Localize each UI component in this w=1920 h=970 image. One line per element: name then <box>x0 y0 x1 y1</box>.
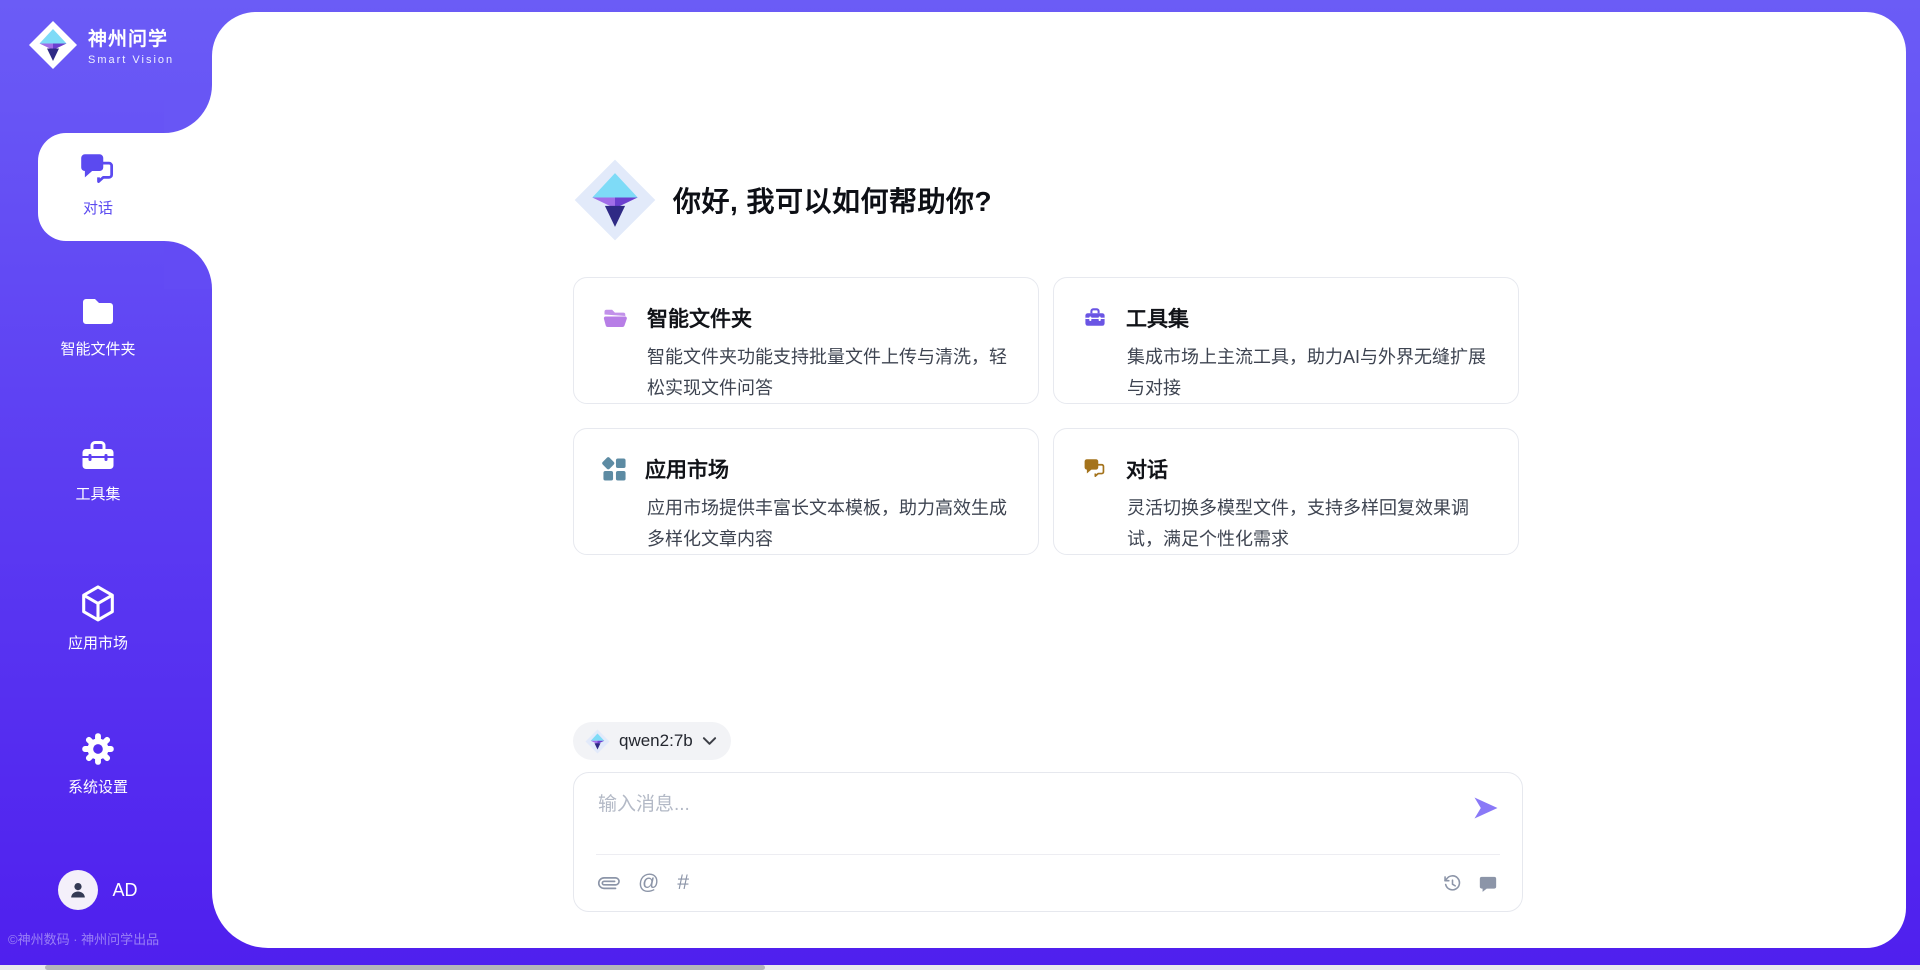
brand-name: 神州问学 <box>88 24 174 51</box>
sidebar: 神州问学 Smart Vision 对话 <box>0 0 212 970</box>
card-title: 对话 <box>1126 454 1168 484</box>
message-input[interactable] <box>598 789 1448 847</box>
apps-grid-icon <box>602 457 627 482</box>
avatar <box>58 870 98 910</box>
card-description: 智能文件夹功能支持批量文件上传与清洗，轻松实现文件问答 <box>647 342 1014 404</box>
card-smart-folder[interactable]: 智能文件夹 智能文件夹功能支持批量文件上传与清洗，轻松实现文件问答 <box>573 277 1039 404</box>
sidebar-item-chat[interactable]: 对话 <box>38 149 158 218</box>
scrollbar-thumb[interactable] <box>45 965 765 970</box>
card-description: 集成市场上主流工具，助力AI与外界无缝扩展与对接 <box>1127 342 1494 404</box>
toolbox-icon <box>1082 306 1108 330</box>
brand-subtitle: Smart Vision <box>88 54 174 66</box>
model-logo-icon <box>585 729 610 754</box>
sidebar-item-smart-folder[interactable]: 智能文件夹 <box>0 292 196 359</box>
mention-icon[interactable]: @ <box>638 872 659 894</box>
cube-icon <box>76 582 120 626</box>
app-window: 神州问学 Smart Vision 对话 <box>0 0 1920 970</box>
gear-icon <box>77 728 119 770</box>
sidebar-item-settings[interactable]: 系统设置 <box>0 728 196 797</box>
user-name: AD <box>112 880 137 901</box>
chevron-down-icon <box>702 736 717 746</box>
card-app-market[interactable]: 应用市场 应用市场提供丰富长文本模板，助力高效生成多样化文章内容 <box>573 428 1039 555</box>
model-selector[interactable]: qwen2:7b <box>573 722 731 760</box>
card-description: 灵活切换多模型文件，支持多样回复效果调试，满足个性化需求 <box>1127 493 1494 555</box>
card-toolset[interactable]: 工具集 集成市场上主流工具，助力AI与外界无缝扩展与对接 <box>1053 277 1519 404</box>
send-icon[interactable] <box>1472 795 1500 821</box>
chat-icon <box>77 149 119 191</box>
sidebar-item-chat-active-tab[interactable]: 对话 <box>38 133 212 241</box>
card-description: 应用市场提供丰富长文本模板，助力高效生成多样化文章内容 <box>647 493 1014 555</box>
content-panel: 你好, 我可以如何帮助你? 智能文件夹 智能文件夹功能支持批量文件上传与清洗，轻… <box>212 12 1906 948</box>
feature-cards: 智能文件夹 智能文件夹功能支持批量文件上传与清洗，轻松实现文件问答 <box>573 277 1523 555</box>
greeting-block: 你好, 我可以如何帮助你? <box>573 158 992 242</box>
chat-bubble-icon[interactable] <box>1478 874 1498 894</box>
attachment-icon[interactable] <box>598 872 620 894</box>
sidebar-item-toolset[interactable]: 工具集 <box>0 437 196 504</box>
toolbox-icon <box>77 437 119 477</box>
tab-fillet-bottom <box>164 241 212 289</box>
card-title: 应用市场 <box>645 454 729 484</box>
chat-icon <box>1082 456 1108 482</box>
hashtag-icon[interactable]: # <box>677 872 689 894</box>
user-chip[interactable]: AD <box>0 870 196 910</box>
horizontal-scrollbar[interactable] <box>0 965 1920 970</box>
folder-icon <box>77 292 119 332</box>
sidebar-item-label: 工具集 <box>75 483 120 504</box>
sidebar-item-label: 系统设置 <box>68 776 128 797</box>
copyright: ©神州数码 · 神州问学出品 <box>8 929 159 948</box>
open-folder-icon <box>602 306 629 330</box>
brand: 神州问学 Smart Vision <box>28 20 174 70</box>
sidebar-item-label: 对话 <box>83 197 113 218</box>
greeting-text: 你好, 我可以如何帮助你? <box>673 180 992 220</box>
sidebar-item-app-market[interactable]: 应用市场 <box>0 582 196 653</box>
card-title: 工具集 <box>1126 303 1189 333</box>
model-name: qwen2:7b <box>619 731 693 751</box>
card-chat[interactable]: 对话 灵活切换多模型文件，支持多样回复效果调试，满足个性化需求 <box>1053 428 1519 555</box>
composer-divider <box>596 854 1500 855</box>
card-title: 智能文件夹 <box>647 303 752 333</box>
sidebar-item-label: 应用市场 <box>68 632 128 653</box>
tab-fillet-top <box>164 85 212 133</box>
history-icon[interactable] <box>1442 873 1463 894</box>
brand-logo-icon <box>28 20 78 70</box>
sidebar-item-label: 智能文件夹 <box>60 338 135 359</box>
message-composer: @ # <box>573 772 1523 912</box>
greeting-logo-icon <box>573 158 657 242</box>
